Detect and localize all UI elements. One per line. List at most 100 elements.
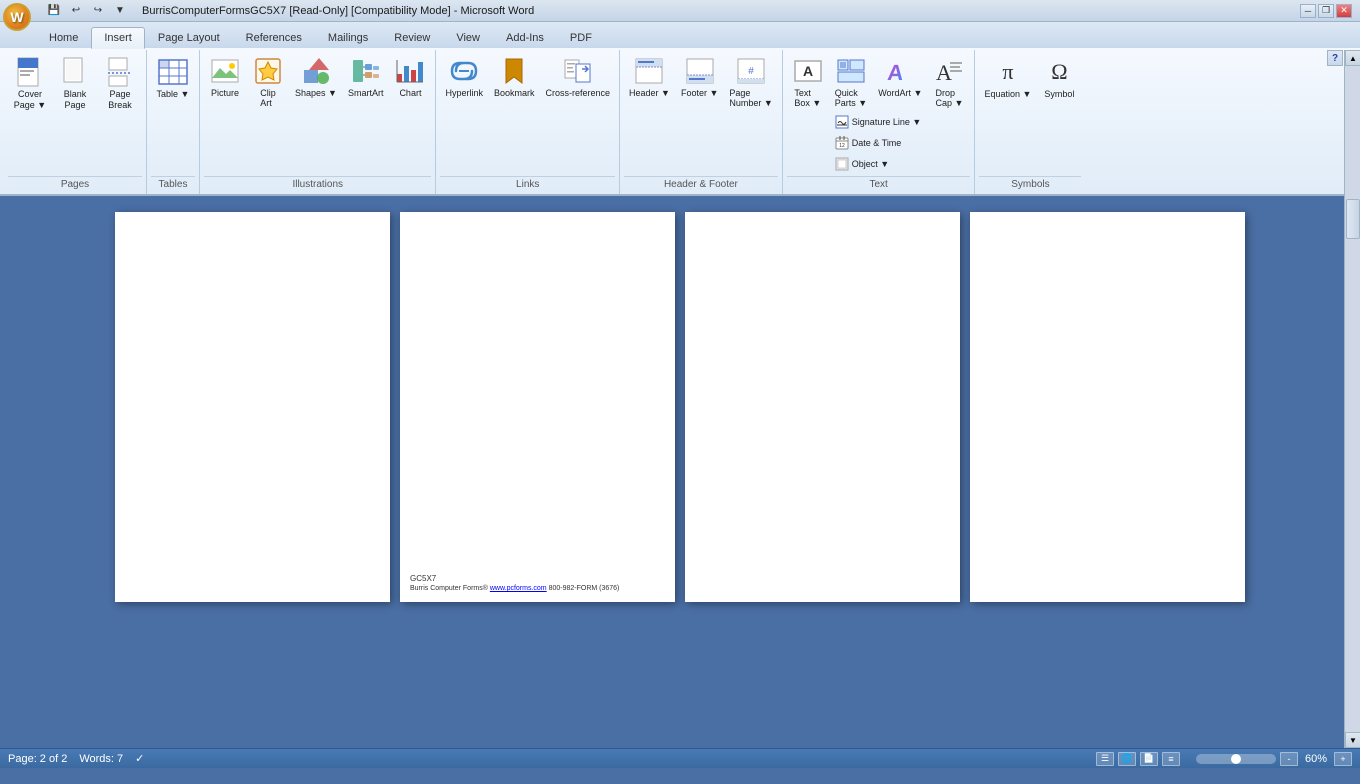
close-btn[interactable]: ✕	[1336, 4, 1352, 18]
tab-home[interactable]: Home	[36, 26, 91, 48]
scroll-thumb[interactable]	[1346, 199, 1360, 239]
illustrations-group-items: Picture ClipArt	[204, 52, 431, 176]
table-button[interactable]: Table ▼	[151, 52, 195, 103]
equation-label: Equation ▼	[984, 89, 1031, 99]
minimize-btn[interactable]: ─	[1300, 4, 1316, 18]
footer-link[interactable]: www.pcforms.com	[490, 585, 547, 592]
footer-icon	[684, 55, 716, 87]
redo-quick-btn[interactable]: ↪	[88, 2, 108, 20]
tab-page-layout[interactable]: Page Layout	[145, 26, 233, 48]
cover-page-icon	[14, 56, 46, 88]
object-label: Object ▼	[852, 159, 889, 169]
bookmark-button[interactable]: Bookmark	[489, 52, 540, 101]
ribbon: Home Insert Page Layout References Maili…	[0, 22, 1360, 196]
tab-references[interactable]: References	[233, 26, 315, 48]
scroll-up-button[interactable]: ▲	[1345, 50, 1360, 66]
tab-review[interactable]: Review	[381, 26, 443, 48]
table-label: Table ▼	[157, 89, 190, 99]
shapes-icon	[300, 55, 332, 87]
object-button[interactable]: Object ▼	[830, 154, 971, 174]
links-group-items: Hyperlink Bookmark	[440, 52, 615, 176]
header-icon	[633, 55, 665, 87]
clip-art-button[interactable]: ClipArt	[247, 52, 289, 111]
office-button[interactable]: W	[3, 3, 31, 31]
blank-page-button[interactable]: BlankPage	[53, 52, 97, 115]
equation-icon: π	[992, 56, 1024, 88]
wordart-button[interactable]: A WordArt	[873, 52, 927, 111]
document-page-2: GC5X7 Burris Computer Forms® www.pcforms…	[400, 212, 675, 602]
chart-button[interactable]: Chart	[389, 52, 431, 101]
symbol-icon: Ω	[1043, 56, 1075, 88]
tab-view[interactable]: View	[443, 26, 493, 48]
cross-reference-button[interactable]: Cross-reference	[540, 52, 615, 101]
picture-label: Picture	[211, 88, 239, 98]
clip-art-label: ClipArt	[260, 88, 276, 108]
ribbon-group-links: Hyperlink Bookmark	[436, 50, 620, 194]
hyperlink-button[interactable]: Hyperlink	[440, 52, 488, 101]
help-button[interactable]: ?	[1327, 50, 1343, 66]
header-button[interactable]: Header ▼	[624, 52, 675, 101]
quick-access-dropdown[interactable]: ▼	[110, 2, 130, 20]
word-count: Words: 7	[79, 753, 123, 765]
title-bar-controls: ─ ❐ ✕	[1300, 4, 1352, 18]
bookmark-label: Bookmark	[494, 88, 535, 98]
title-bar: 💾 ↩ ↪ ▼ BurrisComputerFormsGC5X7 [Read-O…	[0, 0, 1360, 22]
save-quick-btn[interactable]: 💾	[44, 2, 64, 20]
tab-insert[interactable]: Insert	[91, 27, 145, 49]
svg-text:A: A	[936, 60, 952, 85]
date-time-button[interactable]: 12 Date & Time	[830, 133, 971, 153]
text-box-icon: A	[792, 55, 824, 87]
page-number-icon: #	[735, 55, 767, 87]
picture-icon	[209, 55, 241, 87]
page-break-label: PageBreak	[108, 89, 132, 111]
status-bar: Page: 2 of 2 Words: 7 ✓ ☰ 🌐 📄 ≡ - 60% +	[0, 748, 1360, 768]
text-box-button[interactable]: A TextBox ▼	[787, 52, 829, 111]
view-outline-btn[interactable]: ≡	[1162, 752, 1180, 766]
cross-reference-label: Cross-reference	[545, 88, 610, 98]
zoom-in-btn[interactable]: +	[1334, 752, 1352, 766]
picture-button[interactable]: Picture	[204, 52, 246, 101]
view-normal-btn[interactable]: ☰	[1096, 752, 1114, 766]
signature-line-button[interactable]: Signature Line ▼	[830, 112, 971, 132]
drop-cap-button[interactable]: A DropCap ▼	[928, 52, 970, 111]
spell-check-icon: ✓	[135, 752, 144, 765]
page-break-button[interactable]: PageBreak	[98, 52, 142, 115]
ribbon-group-header-footer: Header ▼ Footer ▼	[620, 50, 783, 194]
zoom-thumb[interactable]	[1231, 754, 1241, 764]
tab-mailings[interactable]: Mailings	[315, 26, 381, 48]
tables-group-items: Table ▼	[151, 52, 195, 176]
quick-parts-icon	[835, 55, 867, 87]
cover-page-button[interactable]: CoverPage ▼	[8, 52, 52, 115]
hyperlink-icon	[448, 55, 480, 87]
cross-reference-icon	[562, 55, 594, 87]
equation-button[interactable]: π Equation ▼	[979, 52, 1036, 103]
shapes-button[interactable]: Shapes ▼	[290, 52, 342, 101]
zoom-level: 60%	[1302, 753, 1330, 765]
symbol-button[interactable]: Ω Symbol	[1037, 52, 1081, 103]
status-left: Page: 2 of 2 Words: 7 ✓	[8, 752, 144, 765]
title-text: BurrisComputerFormsGC5X7 [Read-Only] [Co…	[142, 5, 534, 17]
quick-parts-button[interactable]: QuickParts ▼	[830, 52, 872, 111]
restore-btn[interactable]: ❐	[1318, 4, 1334, 18]
smartart-button[interactable]: SmartArt	[343, 52, 389, 101]
header-footer-group-items: Header ▼ Footer ▼	[624, 52, 778, 176]
status-right: ☰ 🌐 📄 ≡ - 60% +	[1096, 752, 1352, 766]
smartart-icon	[350, 55, 382, 87]
zoom-out-btn[interactable]: -	[1280, 752, 1298, 766]
ribbon-group-pages: CoverPage ▼ BlankPage	[4, 50, 147, 194]
scroll-track[interactable]	[1345, 66, 1360, 732]
tab-pdf[interactable]: PDF	[557, 26, 605, 48]
ribbon-group-text: A TextBox ▼	[783, 50, 976, 194]
tab-add-ins[interactable]: Add-Ins	[493, 26, 557, 48]
chart-label: Chart	[399, 88, 421, 98]
scroll-down-button[interactable]: ▼	[1345, 732, 1360, 748]
zoom-slider[interactable]	[1196, 754, 1276, 764]
svg-text:A: A	[887, 60, 905, 85]
undo-quick-btn[interactable]: ↩	[66, 2, 86, 20]
hyperlink-label: Hyperlink	[445, 88, 483, 98]
page-number-button[interactable]: # PageNumber ▼	[724, 52, 777, 111]
view-web-btn[interactable]: 🌐	[1118, 752, 1136, 766]
view-print-btn[interactable]: 📄	[1140, 752, 1158, 766]
footer-button[interactable]: Footer ▼	[676, 52, 723, 101]
document-page-4	[970, 212, 1245, 602]
